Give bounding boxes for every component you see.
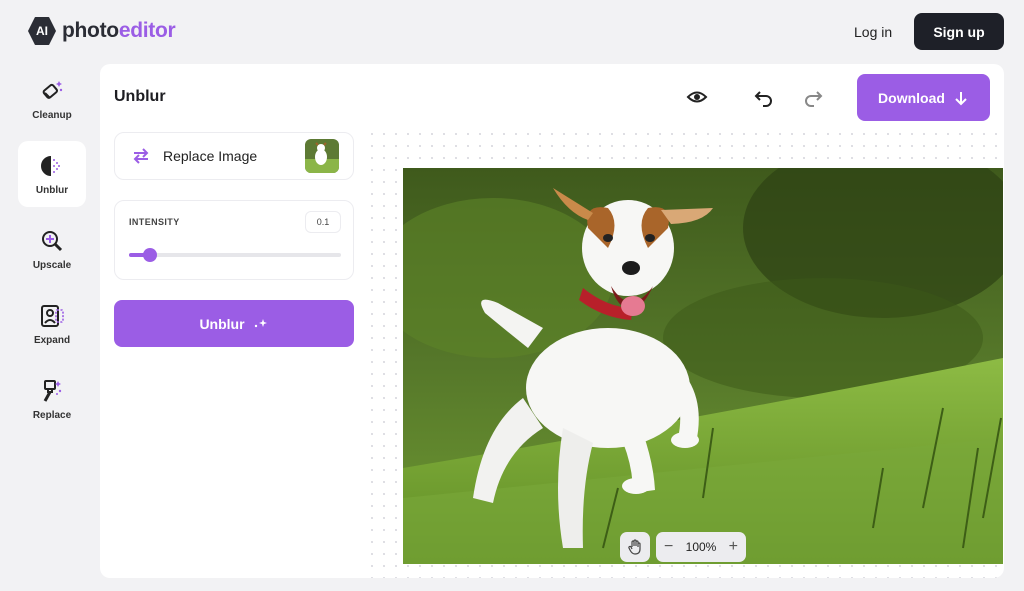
unblur-button-label: Unblur <box>199 315 245 332</box>
top-bar: AI photoeditor Log in Sign up <box>0 0 1024 62</box>
download-label: Download <box>878 89 945 106</box>
tool-replace[interactable]: Replace <box>18 366 86 432</box>
signup-button[interactable]: Sign up <box>914 13 1004 50</box>
brush-icon <box>43 379 62 402</box>
unblur-icon <box>41 155 60 176</box>
hand-icon <box>628 539 641 555</box>
swap-icon <box>133 148 149 164</box>
pan-tool-button[interactable] <box>620 532 650 562</box>
tool-label: Upscale <box>32 259 72 271</box>
logo-text: photoeditor <box>62 19 176 43</box>
tool-label: Replace <box>32 409 72 421</box>
redo-icon <box>805 91 823 107</box>
zoom-in-button[interactable]: + <box>729 538 738 556</box>
preview-button[interactable] <box>682 82 712 112</box>
tool-upscale[interactable]: Upscale <box>18 216 86 282</box>
login-link[interactable]: Log in <box>846 14 900 50</box>
slider-thumb[interactable] <box>143 248 158 262</box>
zoom-toolbar: − 100% + <box>620 532 746 562</box>
replace-image-label: Replace Image <box>163 148 258 164</box>
intensity-label: INTENSITY <box>129 217 180 227</box>
logo-badge: AI <box>28 17 56 45</box>
intensity-slider[interactable] <box>129 248 341 262</box>
tool-label: Expand <box>33 334 71 346</box>
expand-icon <box>41 304 64 327</box>
tool-unblur[interactable]: Unblur <box>18 141 86 207</box>
redo-button[interactable] <box>798 83 828 113</box>
logo[interactable]: AI photoeditor <box>28 17 176 45</box>
intensity-panel: INTENSITY 0.1 <box>114 200 354 280</box>
zoom-out-button[interactable]: − <box>664 538 673 556</box>
tool-expand[interactable]: Expand <box>18 291 86 357</box>
logo-text-part2: editor <box>118 19 176 42</box>
download-button[interactable]: Download <box>857 74 990 121</box>
undo-icon <box>754 91 772 107</box>
sparkle-icon <box>254 318 267 327</box>
magnify-icon <box>42 230 63 251</box>
zoom-control: − 100% + <box>656 532 746 562</box>
logo-text-part1: photo <box>62 19 119 42</box>
download-arrow-icon <box>955 91 967 105</box>
unblur-button[interactable]: Unblur <box>114 300 354 347</box>
tool-sidebar: Cleanup Unblur Upscale Expand Replace <box>18 66 88 441</box>
tool-label: Cleanup <box>32 109 72 121</box>
tool-cleanup[interactable]: Cleanup <box>18 66 86 132</box>
intensity-value-field[interactable]: 0.1 <box>305 211 341 233</box>
edited-photo <box>403 168 1003 564</box>
image-thumbnail <box>305 139 339 173</box>
tool-label: Unblur <box>35 184 69 196</box>
undo-button[interactable] <box>749 83 779 113</box>
page-title: Unblur <box>114 88 166 105</box>
zoom-level: 100% <box>685 540 717 554</box>
editor-card: Unblur Download Replace Image INTENSITY … <box>100 64 1004 578</box>
eraser-icon <box>42 80 63 99</box>
replace-image-row[interactable]: Replace Image <box>114 132 354 180</box>
eye-icon <box>686 91 708 103</box>
